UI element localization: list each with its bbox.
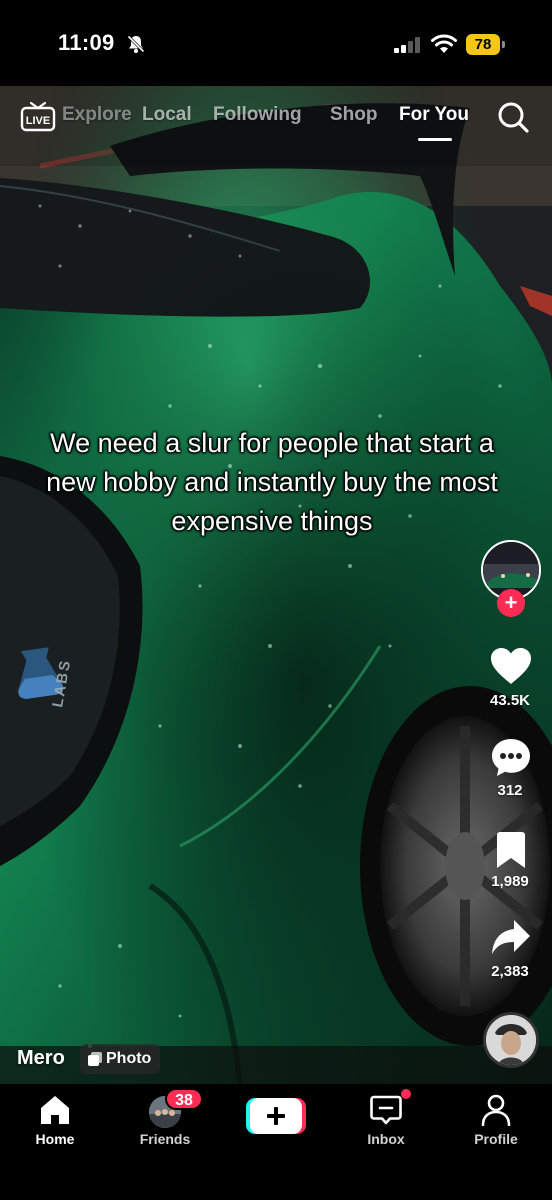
active-tab-indicator bbox=[418, 138, 452, 141]
comment-icon[interactable] bbox=[489, 736, 533, 780]
heart-icon[interactable] bbox=[489, 646, 533, 686]
bell-muted-icon bbox=[127, 35, 145, 53]
share-count: 2,383 bbox=[491, 963, 529, 980]
tab-explore[interactable]: Explore bbox=[62, 104, 132, 126]
share-icon[interactable] bbox=[490, 918, 532, 958]
photo-stack-icon bbox=[88, 1052, 102, 1066]
tab-local[interactable]: Local bbox=[142, 104, 192, 126]
create-button[interactable] bbox=[246, 1098, 306, 1134]
status-bar: 11:09 78 bbox=[0, 0, 552, 86]
search-icon[interactable] bbox=[496, 100, 530, 134]
like-count: 43.5K bbox=[489, 692, 531, 709]
home-icon bbox=[41, 1096, 69, 1124]
nav-profile-label: Profile bbox=[474, 1131, 518, 1147]
bookmark-icon[interactable] bbox=[494, 830, 528, 870]
nav-inbox[interactable]: Inbox bbox=[331, 1084, 441, 1154]
status-time: 11:09 bbox=[58, 30, 115, 55]
music-disc[interactable] bbox=[483, 1012, 539, 1068]
tab-for-you[interactable]: For You bbox=[399, 104, 469, 126]
post-caption: We need a slur for people that start a n… bbox=[46, 428, 498, 536]
photo-badge-label: Photo bbox=[106, 1050, 152, 1067]
bottom-nav: Home 38 Friends Inbox Profile bbox=[0, 1084, 552, 1200]
post-media[interactable]: LABS bbox=[0, 86, 552, 1084]
nav-friends[interactable]: 38 Friends bbox=[110, 1084, 220, 1154]
battery-tip bbox=[502, 41, 505, 48]
inbox-notification-dot bbox=[401, 1089, 411, 1099]
tab-following[interactable]: Following bbox=[213, 104, 302, 126]
follow-button[interactable]: + bbox=[497, 589, 525, 617]
wifi-icon bbox=[431, 34, 457, 53]
top-nav: LIVE Explore Local Following Shop For Yo… bbox=[0, 86, 552, 146]
nav-friends-label: Friends bbox=[139, 1131, 191, 1147]
live-icon[interactable]: LIVE bbox=[20, 100, 56, 132]
friends-notification-badge: 38 bbox=[165, 1088, 203, 1110]
save-count: 1,989 bbox=[491, 873, 529, 890]
battery-level: 78 bbox=[466, 34, 500, 55]
tab-shop[interactable]: Shop bbox=[330, 104, 378, 126]
music-disc-avatar-image bbox=[486, 1015, 536, 1065]
inbox-icon bbox=[370, 1095, 402, 1125]
live-label: LIVE bbox=[26, 115, 50, 127]
nav-home-label: Home bbox=[35, 1131, 75, 1147]
nav-profile[interactable]: Profile bbox=[441, 1084, 551, 1154]
car-photo: LABS bbox=[0, 86, 552, 1084]
comment-count: 312 bbox=[497, 782, 523, 799]
cellular-signal-icon bbox=[394, 37, 420, 53]
battery-indicator: 78 bbox=[466, 34, 506, 55]
author-name[interactable]: Mero bbox=[17, 1047, 65, 1070]
nav-home[interactable]: Home bbox=[0, 1084, 110, 1154]
nav-inbox-label: Inbox bbox=[367, 1131, 405, 1147]
profile-icon bbox=[481, 1094, 511, 1126]
photo-badge: Photo bbox=[80, 1044, 160, 1074]
